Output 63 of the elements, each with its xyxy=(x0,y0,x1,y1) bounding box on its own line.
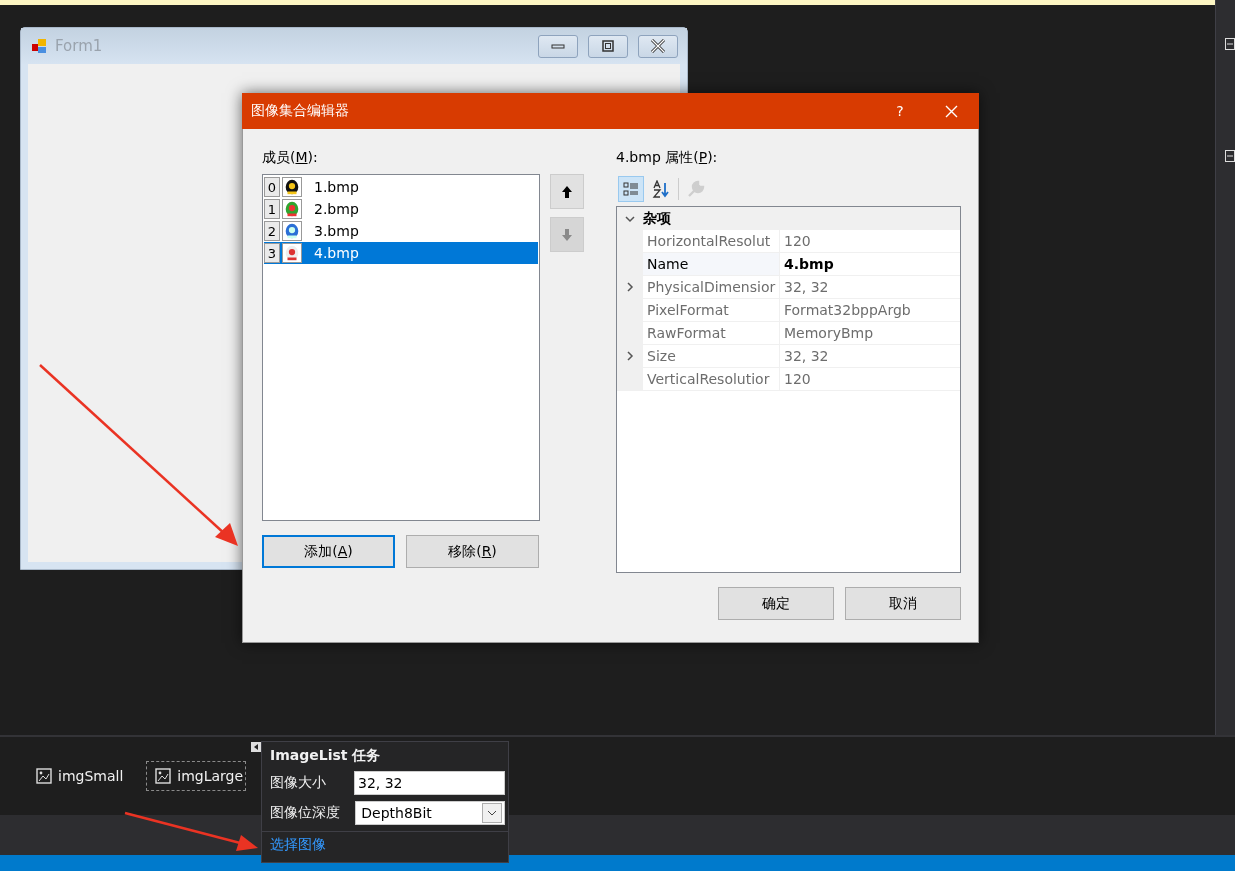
file-name: 2.bmp xyxy=(314,201,359,217)
file-name: 1.bmp xyxy=(314,179,359,195)
property-value[interactable]: 32, 32 xyxy=(779,345,960,367)
dialog-title: 图像集合编辑器 xyxy=(251,102,350,120)
property-value[interactable]: Format32bppArgb xyxy=(779,299,960,321)
categorized-icon xyxy=(623,181,639,197)
property-value[interactable]: 120 xyxy=(779,368,960,390)
chevron-right-icon[interactable] xyxy=(625,351,635,361)
property-value[interactable]: 4.bmp xyxy=(779,253,960,275)
index-label: 3 xyxy=(264,243,280,263)
remove-button[interactable]: 移除(R) xyxy=(406,535,539,568)
collapse-icon[interactable] xyxy=(1225,150,1235,162)
list-item[interactable]: 2 3.bmp xyxy=(264,220,538,242)
category-label: 杂项 xyxy=(643,209,671,228)
wrench-icon xyxy=(687,180,705,198)
component-name: imgLarge xyxy=(177,768,244,784)
index-label: 0 xyxy=(264,177,280,197)
minimize-button[interactable] xyxy=(538,34,578,58)
collapse-icon[interactable] xyxy=(1225,38,1235,50)
file-name: 4.bmp xyxy=(314,245,359,261)
component-item[interactable]: imgLarge xyxy=(146,761,247,791)
property-name: Name xyxy=(643,253,779,275)
choose-images-link[interactable]: 选择图像 xyxy=(262,831,508,858)
sort-alphabetical-icon xyxy=(652,180,670,198)
minimize-icon xyxy=(551,41,565,51)
field-label: 图像位深度 xyxy=(270,804,341,822)
ok-button[interactable]: 确定 xyxy=(718,587,834,620)
component-item[interactable]: imgSmall xyxy=(27,761,127,791)
picture-icon xyxy=(155,768,172,784)
arrow-up-icon xyxy=(562,185,572,198)
input-field[interactable]: 32, 32 xyxy=(354,771,505,795)
property-value[interactable]: MemoryBmp xyxy=(779,322,960,344)
index-label: 2 xyxy=(264,221,280,241)
chevron-down-icon xyxy=(487,810,497,816)
index-label: 1 xyxy=(264,199,280,219)
property-value[interactable]: 120 xyxy=(779,230,960,252)
help-button[interactable]: ? xyxy=(877,93,923,129)
window-title: Form1 xyxy=(55,37,104,55)
dropdown-field[interactable]: Depth8Bit xyxy=(355,801,505,825)
list-item[interactable]: 0 1.bmp xyxy=(264,176,538,198)
properties-label: 4.bmp 属性(P): xyxy=(616,149,719,167)
chevron-right-icon[interactable] xyxy=(625,282,635,292)
close-icon xyxy=(650,39,666,53)
members-label: 成员(M): xyxy=(262,149,319,167)
chevron-down-icon[interactable] xyxy=(625,213,635,224)
maximize-button[interactable] xyxy=(588,34,628,58)
picture-icon xyxy=(36,768,52,784)
panel-title: ImageList 任务 xyxy=(269,746,382,765)
form-icon xyxy=(31,37,49,55)
arrow-down-icon xyxy=(562,228,572,241)
component-name: imgSmall xyxy=(58,768,124,784)
list-item[interactable]: 3 4.bmp xyxy=(264,242,538,264)
list-item[interactable]: 1 2.bmp xyxy=(264,198,538,220)
close-icon xyxy=(944,104,958,118)
property-value[interactable]: 32, 32 xyxy=(779,276,960,298)
add-button[interactable]: 添加(A) xyxy=(262,535,395,568)
close-button[interactable] xyxy=(638,34,678,58)
move-up-button[interactable] xyxy=(550,174,584,209)
smart-tag-icon[interactable] xyxy=(251,742,261,752)
file-name: 3.bmp xyxy=(314,223,359,239)
maximize-icon xyxy=(601,40,615,52)
field-label: 图像大小 xyxy=(270,774,327,792)
cancel-button[interactable]: 取消 xyxy=(845,587,961,620)
